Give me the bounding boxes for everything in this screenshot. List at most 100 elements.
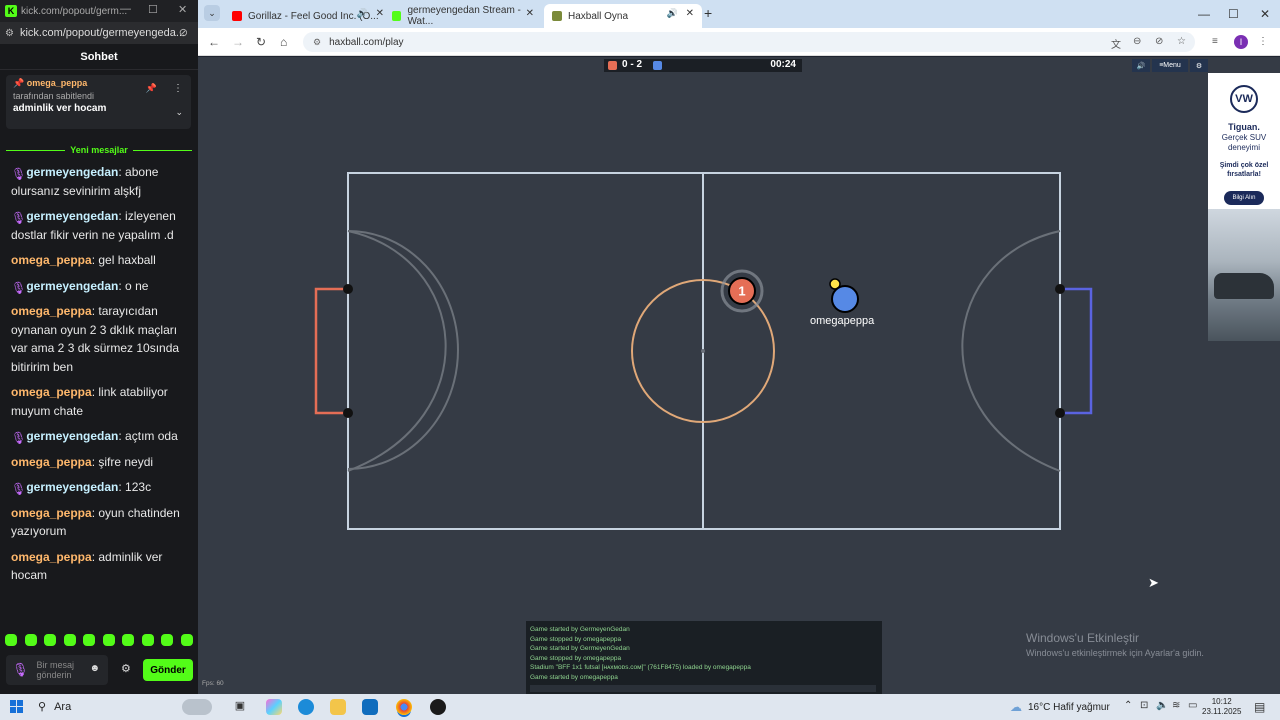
back-arrow-icon[interactable]: ← (208, 35, 220, 49)
more-menu-icon[interactable]: ⋮ (1258, 36, 1268, 47)
new-tab-plus-icon[interactable]: + (704, 5, 712, 21)
eye-slash-icon[interactable]: ⊘ (1155, 36, 1163, 47)
kick-address-bar[interactable]: ⚙ kick.com/popout/germeyengeda... ⊘ (0, 22, 198, 44)
tab-gorillaz[interactable]: Gorillaz - Feel Good Inc. (O... 🔊 ✕ (224, 4, 392, 28)
zoom-icon[interactable]: ⊖ (1133, 36, 1141, 47)
start-windows-icon[interactable] (10, 700, 23, 713)
emote-icon[interactable] (161, 634, 174, 646)
close-icon[interactable]: ✕ (1260, 7, 1270, 21)
chrome-icon[interactable] (396, 699, 412, 715)
task-view-icon[interactable]: ▣ (232, 699, 248, 715)
emote-icon[interactable] (24, 634, 37, 646)
chat-message[interactable]: omega_peppa: şifre neydi (11, 453, 191, 472)
chevron-down-icon[interactable]: ⌄ (175, 107, 183, 118)
emote-icon[interactable] (44, 634, 57, 646)
chat-username[interactable]: omega_peppa (11, 253, 92, 267)
chat-username[interactable]: omega_peppa (11, 304, 92, 318)
tab-close-icon[interactable]: ✕ (376, 8, 384, 19)
profile-avatar[interactable]: I (1234, 35, 1248, 49)
chevron-up-icon[interactable]: ⌃ (1124, 700, 1132, 711)
forward-arrow-icon[interactable]: → (232, 35, 244, 49)
emote-icon[interactable] (102, 634, 115, 646)
chat-username[interactable]: germeyengedan (26, 480, 118, 494)
bookmark-star-icon[interactable]: ☆ (1177, 36, 1186, 47)
pinned-message[interactable]: 📌 omega_peppa tarafından sabitlendi admi… (6, 75, 191, 129)
outlook-icon[interactable] (362, 699, 378, 715)
chat-username[interactable]: omega_peppa (11, 506, 92, 520)
emote-icon[interactable] (63, 634, 76, 646)
close-icon[interactable]: ✕ (178, 3, 187, 16)
emote-icon[interactable] (180, 634, 193, 646)
chat-username[interactable]: omega_peppa (11, 455, 92, 469)
reload-icon[interactable]: ↻ (256, 35, 266, 49)
media-control-icon[interactable]: ≡ (1212, 36, 1218, 47)
emote-icon[interactable] (83, 634, 96, 646)
maximize-icon[interactable]: ☐ (148, 3, 158, 16)
game-field[interactable]: 1 (198, 57, 1208, 694)
taskbar-search[interactable]: ⚲ Ara (38, 700, 71, 714)
minimize-icon[interactable]: — (1198, 7, 1210, 21)
chat-username[interactable]: germeyengedan (26, 429, 118, 443)
chat-message[interactable]: omega_peppa: tarayıcıdan oynanan oyun 2 … (11, 302, 191, 376)
emote-icon[interactable] (122, 634, 135, 646)
minimize-icon[interactable]: — (120, 3, 131, 15)
file-explorer-icon[interactable] (330, 699, 346, 715)
chat-username[interactable]: germeyengedan (26, 165, 118, 179)
emote-icon[interactable] (5, 634, 17, 646)
tab-close-icon[interactable]: ✕ (526, 8, 534, 19)
more-options-icon[interactable]: ⋮ (173, 83, 183, 94)
chat-message[interactable]: omega_peppa: gel haxball (11, 251, 191, 270)
send-button[interactable]: Gönder (143, 659, 193, 681)
game-chat-input[interactable] (530, 685, 876, 692)
search-highlight-icon[interactable] (182, 699, 212, 715)
chat-message[interactable]: omega_peppa: oyun chatinden yazıyorum (11, 504, 191, 541)
chat-username[interactable]: germeyengedan (26, 209, 118, 223)
notifications-icon[interactable]: ▤ (1254, 700, 1265, 714)
speaker-icon[interactable]: 🔊 (357, 8, 368, 19)
chat-username[interactable]: omega_peppa (11, 385, 92, 399)
address-bar[interactable]: ⚙ haxball.com/play 文 ⊖ ⊘ ☆ (303, 32, 1195, 52)
speaker-tray-icon[interactable]: 🔈 (1156, 700, 1168, 711)
chat-input[interactable]: 🎙 Bir mesaj gönderin ☻ (6, 655, 108, 685)
tab-close-icon[interactable]: ✕ (686, 8, 694, 19)
chat-username[interactable]: germeyengedan (26, 279, 118, 293)
edge-icon[interactable] (298, 699, 314, 715)
emote-icon[interactable] (141, 634, 154, 646)
translate-icon[interactable]: 文 (1111, 36, 1121, 51)
chat-settings-gear-icon[interactable]: ⚙ (121, 662, 131, 675)
weather-widget[interactable]: ☁ 16°C Hafif yağmur (1010, 700, 1110, 714)
chat-message[interactable]: 🎙 germeyengedan: 123c (11, 478, 191, 497)
network-icon[interactable]: ≋ (1172, 700, 1180, 711)
chat-message[interactable]: 🎙 germeyengedan: izleyenen dostlar fikir… (11, 207, 191, 244)
copilot-icon[interactable] (266, 699, 282, 715)
battery-icon[interactable]: ▭ (1188, 700, 1197, 711)
chat-message[interactable]: 🎙 germeyengedan: açtım oda (11, 427, 191, 446)
chat-message-list[interactable]: 🎙 germeyengedan: abone olursanız sevinir… (11, 163, 191, 592)
home-icon[interactable]: ⌂ (280, 35, 287, 49)
unpin-icon[interactable]: 📌 (146, 83, 157, 94)
tab-kick-stream[interactable]: germeyengedan Stream - Wat... ✕ (384, 4, 542, 28)
chat-message[interactable]: 🎙 germeyengedan: o ne (11, 277, 191, 296)
clock[interactable]: 10:12 23.11.2025 (1202, 697, 1241, 717)
chat-message[interactable]: omega_peppa: adminlik ver hocam (11, 548, 191, 585)
site-info-icon[interactable]: ⚙ (5, 28, 14, 39)
red-app-icon[interactable] (430, 699, 446, 715)
menu-button[interactable]: ≡ Menu (1152, 59, 1188, 72)
ad-cta-button[interactable]: Bilgi Alın (1224, 191, 1264, 205)
maximize-icon[interactable]: ☐ (1228, 7, 1239, 21)
chat-message[interactable]: omega_peppa: link atabiliyor muyum chate (11, 383, 191, 420)
chat-username[interactable]: omega_peppa (11, 550, 92, 564)
tab-haxball[interactable]: Haxball Oyna 🔊 ✕ (544, 4, 702, 28)
speaker-icon[interactable]: 🔊 (667, 8, 678, 19)
emote-bar[interactable] (5, 634, 193, 650)
tab-search-icon[interactable]: ⌄ (204, 5, 220, 21)
settings-gear-icon[interactable]: ⚙ (1190, 59, 1208, 72)
game-chat-log[interactable]: Game started by GermeyenGedan Game stoppe… (526, 621, 882, 694)
chat-message[interactable]: 🎙 germeyengedan: abone olursanız sevinir… (11, 163, 191, 200)
eye-slash-icon[interactable]: ⊘ (179, 26, 188, 39)
device-icon[interactable]: ⊡ (1140, 700, 1148, 711)
sound-icon[interactable]: 🔊 (1132, 59, 1150, 72)
site-info-icon[interactable]: ⚙ (313, 37, 321, 48)
emoji-icon[interactable]: ☻ (89, 663, 100, 674)
vw-advertisement[interactable]: VW Tiguan. Gerçek SUV deneyimi Şimdi çok… (1208, 73, 1280, 341)
